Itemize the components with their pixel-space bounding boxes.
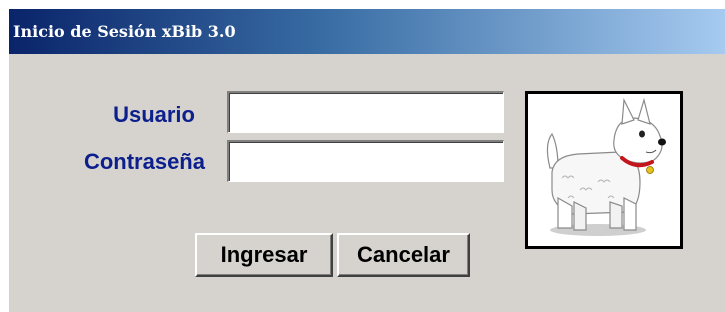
password-field[interactable] bbox=[227, 140, 504, 182]
westie-dog-icon bbox=[546, 97, 666, 236]
username-field[interactable] bbox=[227, 91, 504, 133]
cancel-button[interactable]: Cancelar bbox=[337, 233, 470, 277]
title-bar: Inicio de Sesión xBib 3.0 bbox=[9, 9, 725, 54]
password-label: Contraseña bbox=[83, 149, 205, 174]
username-label: Usuario bbox=[113, 102, 195, 127]
login-button[interactable]: Ingresar bbox=[195, 233, 333, 277]
dog-picture-frame bbox=[525, 91, 683, 249]
login-window: Inicio de Sesión xBib 3.0 Usuario Contra… bbox=[9, 9, 725, 312]
